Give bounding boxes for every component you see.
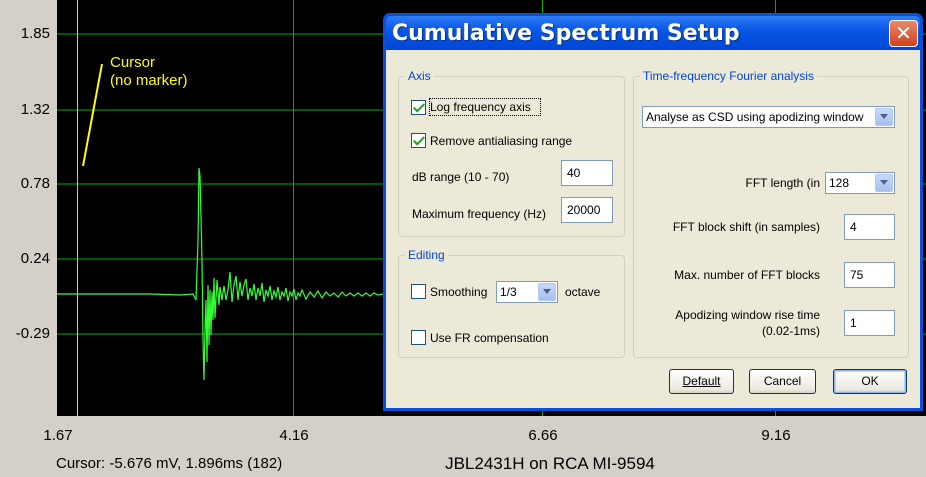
rise-time-input[interactable]: 1 xyxy=(844,310,895,336)
smoothing-value: 1/3 xyxy=(500,285,517,299)
x-tick-label: 4.16 xyxy=(279,427,309,444)
y-tick-label: 0.24 xyxy=(20,250,50,267)
y-tick-label: 0.78 xyxy=(20,175,50,192)
x-tick-label: 6.66 xyxy=(528,427,558,444)
cancel-button-label: Cancel xyxy=(763,374,802,388)
chevron-down-icon[interactable] xyxy=(875,108,893,126)
max-frequency-input[interactable]: 20000 xyxy=(561,197,613,223)
cursor-annotation: Cursor (no marker) xyxy=(110,54,188,90)
rise-time-label-line2: (0.02-1ms) xyxy=(761,324,820,338)
x-tick-label: 9.16 xyxy=(761,427,791,444)
fft-length-select[interactable]: 128 xyxy=(825,172,895,194)
max-fft-blocks-label: Max. number of FFT blocks xyxy=(674,268,820,282)
max-fft-blocks-input[interactable]: 75 xyxy=(844,262,895,288)
analysis-method-value: Analyse as CSD using apodizing window xyxy=(646,110,864,124)
ok-button[interactable]: OK xyxy=(833,369,907,394)
tf-analysis-group: Time-frequency Fourier analysis Analyse … xyxy=(633,69,909,358)
ok-button-label: OK xyxy=(861,374,879,388)
dialog-titlebar[interactable]: Cumulative Spectrum Setup ✕ xyxy=(386,16,920,50)
cancel-button[interactable]: Cancel xyxy=(749,369,816,394)
editing-group: Editing Smoothing 1/3 octave Use FR comp… xyxy=(398,248,625,358)
log-frequency-label[interactable]: Log frequency axis xyxy=(430,100,531,114)
fr-compensation-checkbox[interactable] xyxy=(411,330,426,345)
cumulative-spectrum-setup-dialog: Cumulative Spectrum Setup ✕ Axis Log fre… xyxy=(383,13,923,411)
default-button[interactable]: Default xyxy=(669,369,734,394)
axis-group-label: Axis xyxy=(405,69,434,83)
chevron-down-icon[interactable] xyxy=(538,283,556,301)
remove-antialiasing-label[interactable]: Remove antialiasing range xyxy=(430,134,572,148)
cursor-annotation-title: Cursor xyxy=(110,54,156,71)
editing-group-label: Editing xyxy=(405,248,448,262)
remove-antialiasing-checkbox[interactable] xyxy=(411,133,426,148)
cursor-readout: Cursor: -5.676 mV, 1.896ms (182) xyxy=(56,455,283,472)
plot-title: JBL2431H on RCA MI-9594 xyxy=(445,454,655,473)
max-frequency-label: Maximum frequency (Hz) xyxy=(412,207,547,221)
dialog-client: Axis Log frequency axis Remove antialias… xyxy=(386,50,920,408)
db-range-label: dB range (10 - 70) xyxy=(412,170,510,184)
chevron-down-icon[interactable] xyxy=(875,174,893,192)
fft-length-value: 128 xyxy=(829,176,850,190)
y-tick-label: 1.32 xyxy=(20,101,50,118)
analysis-method-select[interactable]: Analyse as CSD using apodizing window xyxy=(642,106,895,128)
close-button[interactable]: ✕ xyxy=(889,20,918,47)
x-tick-label: 1.67 xyxy=(43,427,73,444)
fft-block-shift-label: FFT block shift (in samples) xyxy=(672,220,820,234)
y-tick-label: 1.85 xyxy=(20,25,50,42)
smoothing-suffix: octave xyxy=(565,285,601,299)
default-button-label: Default xyxy=(682,374,721,388)
tf-analysis-group-label: Time-frequency Fourier analysis xyxy=(640,69,817,83)
dialog-title: Cumulative Spectrum Setup xyxy=(392,21,740,46)
y-tick-label: -0.29 xyxy=(15,325,50,342)
log-frequency-checkbox[interactable] xyxy=(411,100,426,115)
rise-time-label: Apodizing window rise time (0.02-1ms) xyxy=(644,307,820,339)
close-icon: ✕ xyxy=(895,21,912,45)
axis-group: Axis Log frequency axis Remove antialias… xyxy=(398,69,625,237)
smoothing-checkbox[interactable] xyxy=(411,284,426,299)
fft-length-label: FFT length (in xyxy=(745,176,820,190)
rise-time-label-line1: Apodizing window rise time xyxy=(675,308,820,322)
smoothing-label[interactable]: Smoothing xyxy=(430,285,487,299)
fft-block-shift-input[interactable]: 4 xyxy=(844,214,895,240)
smoothing-select[interactable]: 1/3 xyxy=(496,281,558,303)
cursor-annotation-subtitle: (no marker) xyxy=(110,72,188,89)
db-range-input[interactable]: 40 xyxy=(561,160,613,186)
fr-compensation-label[interactable]: Use FR compensation xyxy=(430,331,549,345)
